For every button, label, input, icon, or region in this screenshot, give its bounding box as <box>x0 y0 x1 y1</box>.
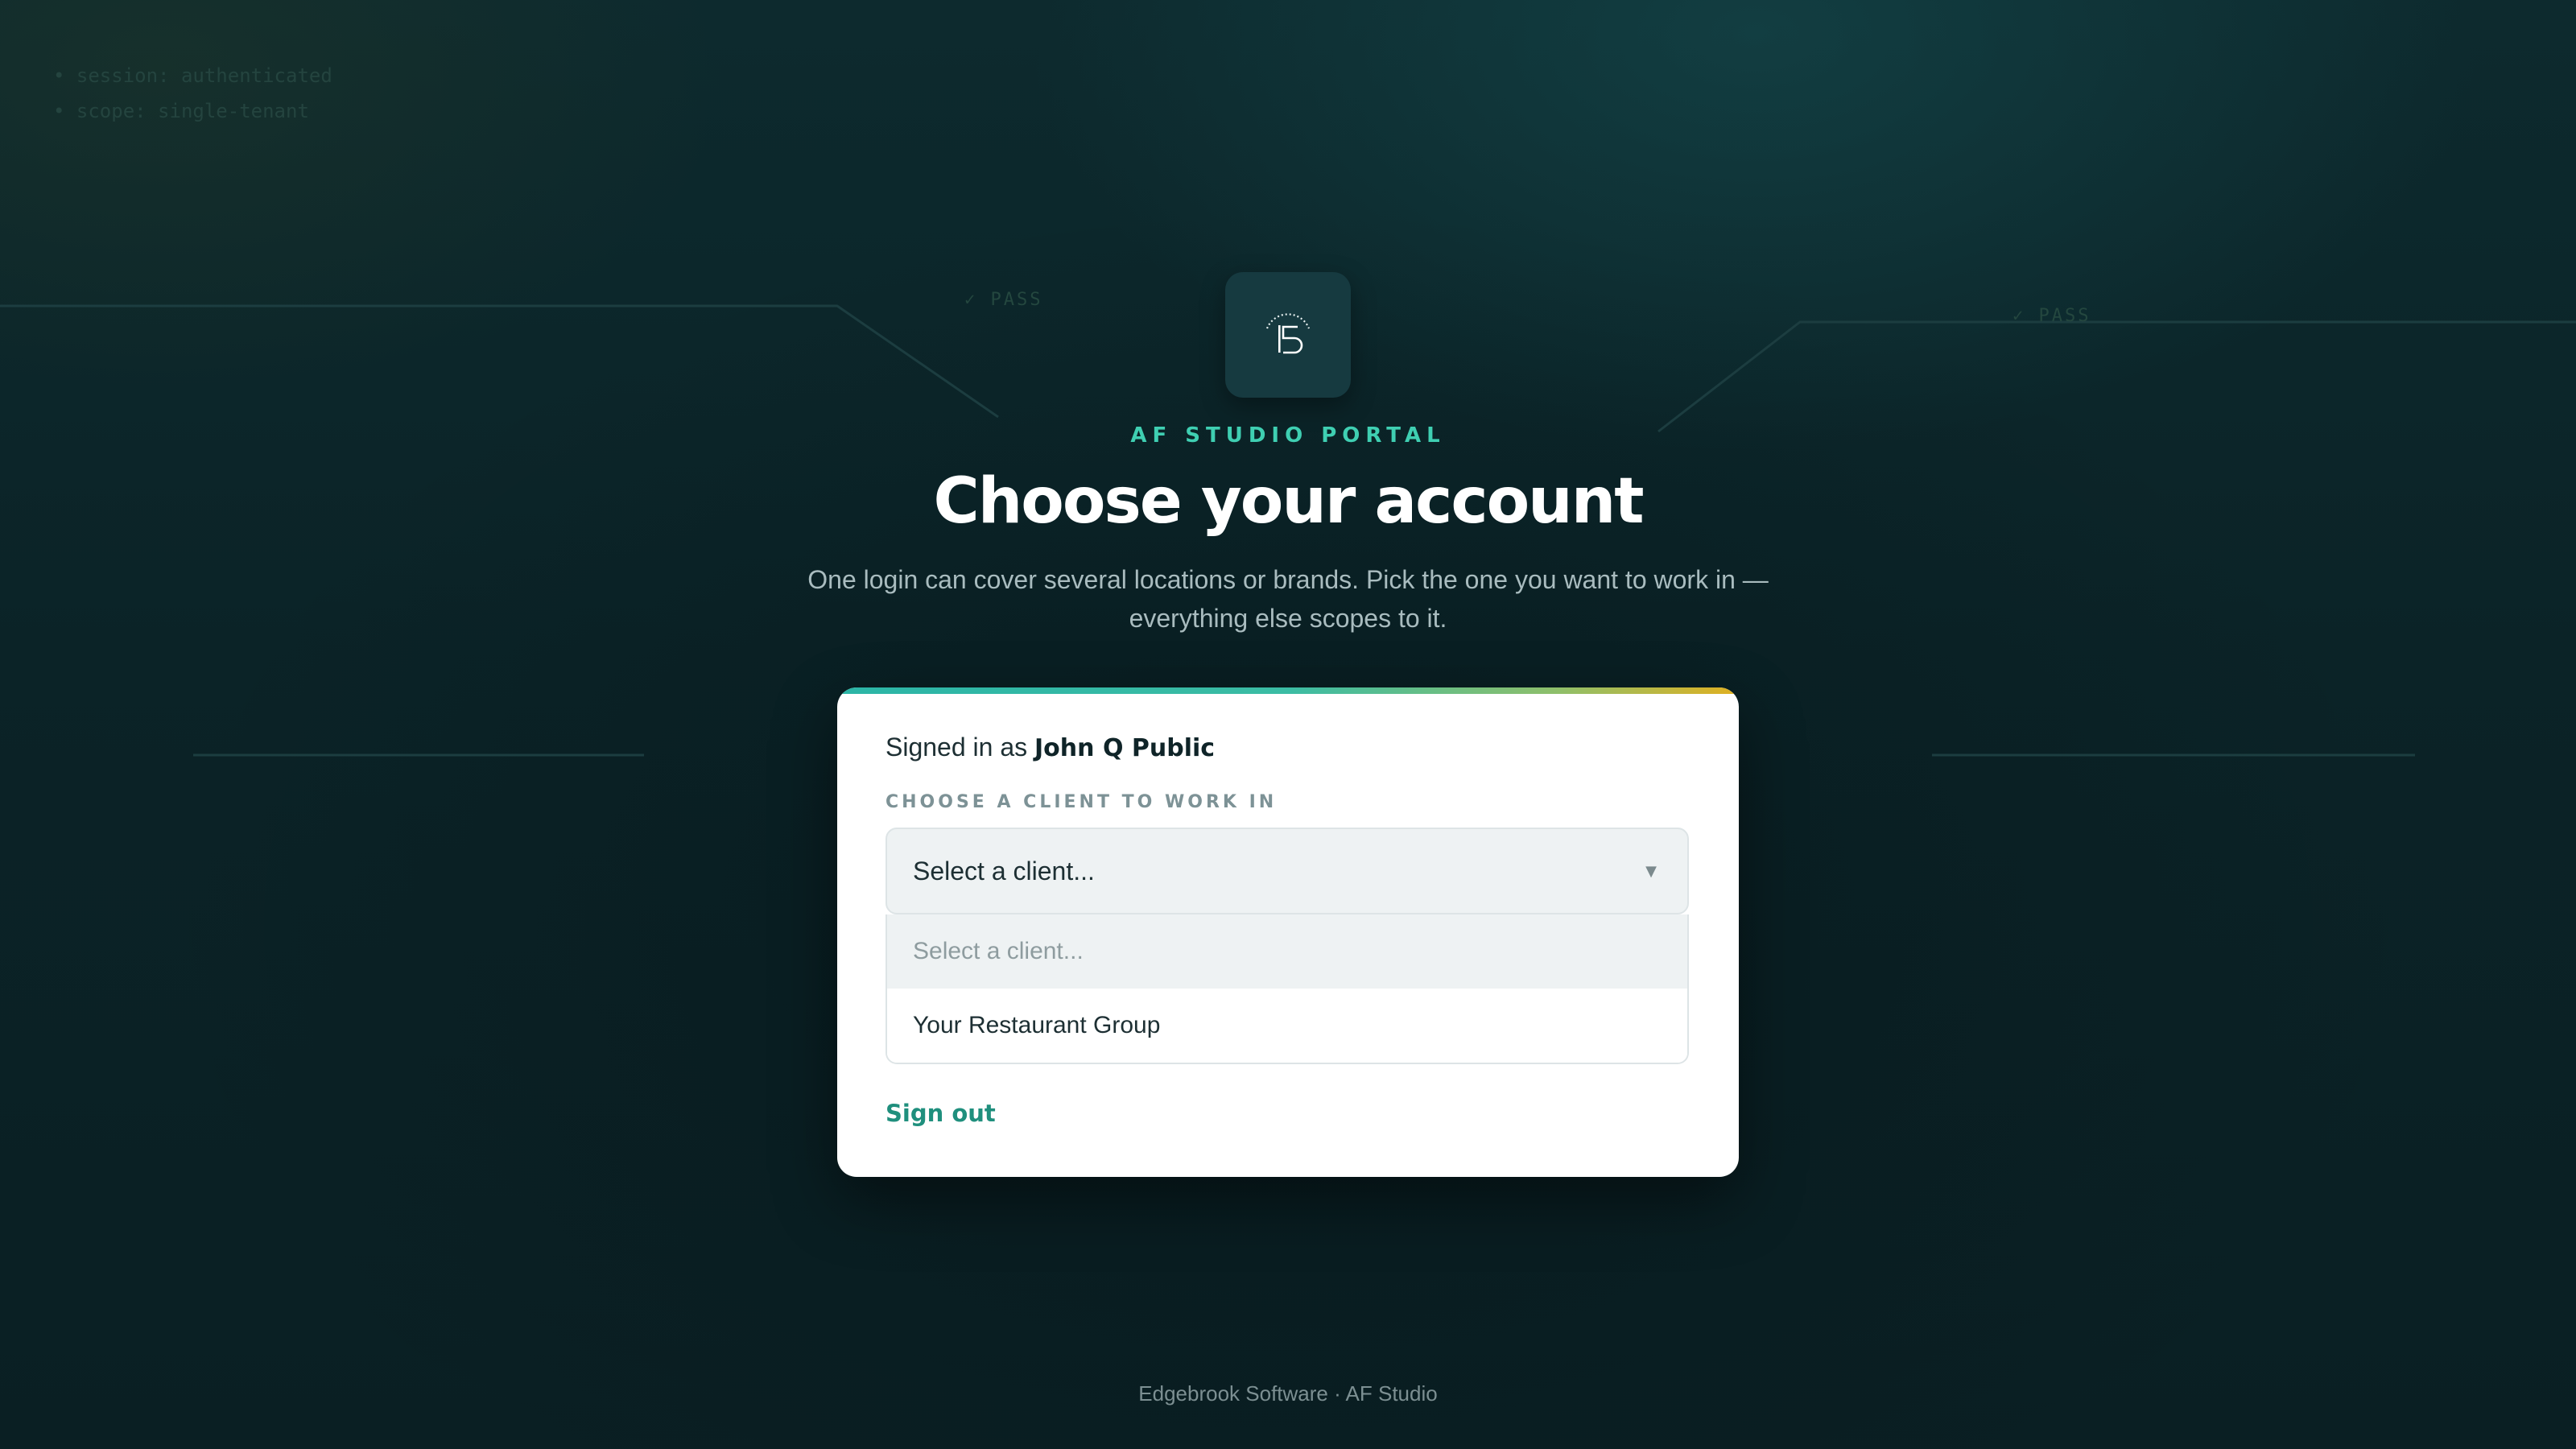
edgebrook-logo-icon <box>1265 313 1311 354</box>
client-option[interactable]: Your Restaurant Group <box>887 989 1687 1063</box>
client-field-label: CHOOSE A CLIENT TO WORK IN <box>886 792 1278 812</box>
client-select[interactable]: Select a client... ▼ <box>886 828 1689 914</box>
client-select-value: Select a client... <box>913 856 1095 886</box>
sign-out-link[interactable]: Sign out <box>886 1100 996 1127</box>
page-title: Choose your account <box>933 465 1644 538</box>
page-subtitle: One login can cover several locations or… <box>807 565 1769 633</box>
footer-credit: Edgebrook Software · AF Studio <box>1138 1381 1438 1406</box>
user-name: John Q Public <box>1034 734 1216 762</box>
chevron-down-icon: ▼ <box>1645 863 1657 880</box>
signed-in-prefix: Signed in as <box>886 733 1028 762</box>
card-accent-bar <box>837 687 1739 694</box>
account-card: Signed in as John Q Public CHOOSE A CLIE… <box>837 687 1739 1177</box>
client-dropdown-list: Select a client... Your Restaurant Group <box>886 914 1689 1064</box>
pass-tag: ✓ PASS <box>964 290 1043 310</box>
pass-tag: ✓ PASS <box>2013 306 2091 326</box>
session-status-list: session: authenticated scope: single-ten… <box>53 58 332 129</box>
status-line: scope: single-tenant <box>53 93 332 129</box>
signed-in-line: Signed in as John Q Public <box>886 733 1215 762</box>
status-line: session: authenticated <box>53 58 332 93</box>
portal-kicker: AF STUDIO PORTAL <box>1130 423 1446 448</box>
client-option-placeholder[interactable]: Select a client... <box>887 914 1687 989</box>
app-logo <box>1225 272 1351 398</box>
